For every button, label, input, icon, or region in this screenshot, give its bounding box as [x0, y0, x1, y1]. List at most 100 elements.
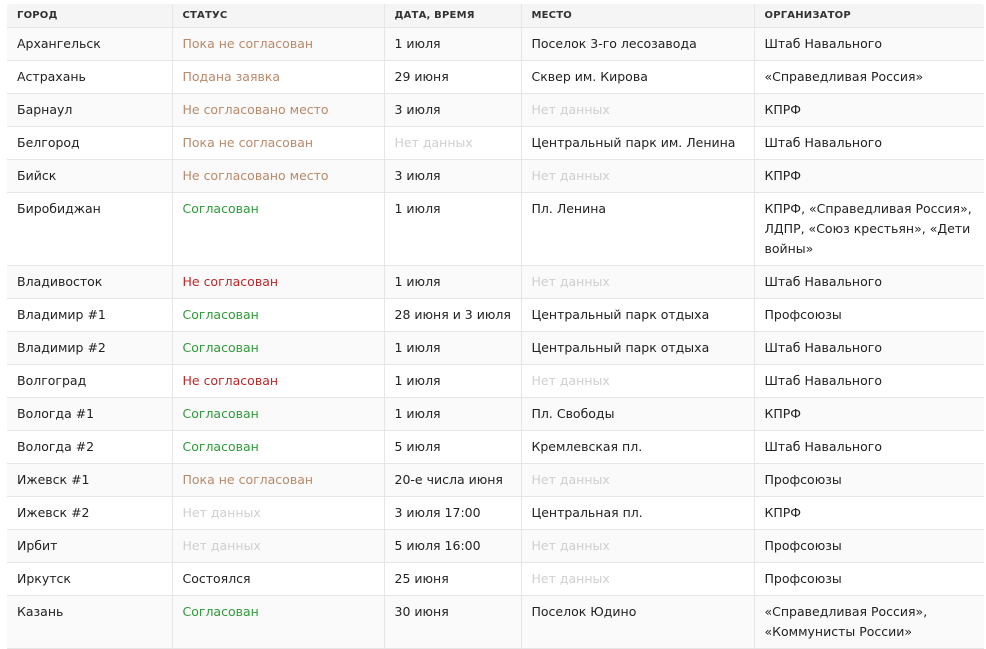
- cell-organizer: Штаб Навального: [754, 265, 984, 299]
- table-row: Бийск Не согласовано место 3 июля Нет да…: [7, 159, 984, 193]
- cell-organizer: КПРФ: [754, 496, 984, 530]
- cell-date: 1 июля: [384, 364, 522, 398]
- cell-organizer: Штаб Навального: [754, 331, 984, 365]
- cell-date: 28 июня и 3 июля: [384, 298, 522, 332]
- table-row: Биробиджан Согласован 1 июля Пл. Ленина …: [7, 192, 984, 266]
- cell-organizer: Штаб Навального: [754, 126, 984, 160]
- cell-city: Владивосток: [7, 265, 173, 299]
- cell-date: 1 июля: [384, 331, 522, 365]
- cell-place: Центральная пл.: [521, 496, 755, 530]
- table-row: Белгород Пока не согласован Нет данных Ц…: [7, 126, 984, 160]
- table-row: Иркутск Состоялся 25 июня Нет данных Про…: [7, 562, 984, 596]
- cell-organizer: Профсоюзы: [754, 562, 984, 596]
- cell-city: Астрахань: [7, 60, 173, 94]
- cell-place: Пл. Свободы: [521, 397, 755, 431]
- cell-status: Подана заявка: [172, 60, 385, 94]
- protest-table-wrapper: ГОРОД СТАТУС ДАТА, ВРЕМЯ МЕСТО ОРГАНИЗАТ…: [7, 4, 984, 649]
- cell-organizer: «Справедливая Россия»: [754, 60, 984, 94]
- cell-status: Согласован: [172, 430, 385, 464]
- cell-place: Нет данных: [521, 159, 755, 193]
- cell-place: Центральный парк отдыха: [521, 331, 755, 365]
- cell-city: Вологда #1: [7, 397, 173, 431]
- cell-city: Иркутск: [7, 562, 173, 596]
- cell-city: Вологда #2: [7, 430, 173, 464]
- protest-table: ГОРОД СТАТУС ДАТА, ВРЕМЯ МЕСТО ОРГАНИЗАТ…: [7, 4, 984, 649]
- cell-place: Кремлевская пл.: [521, 430, 755, 464]
- table-row: Вологда #1 Согласован 1 июля Пл. Свободы…: [7, 397, 984, 431]
- table-row: Казань Согласован 30 июня Поселок Юдино …: [7, 595, 984, 649]
- cell-place: Нет данных: [521, 93, 755, 127]
- cell-place: Сквер им. Кирова: [521, 60, 755, 94]
- cell-place: Центральный парк отдыха: [521, 298, 755, 332]
- cell-organizer: Штаб Навального: [754, 27, 984, 61]
- header-date[interactable]: ДАТА, ВРЕМЯ: [384, 4, 522, 28]
- cell-city: Архангельск: [7, 27, 173, 61]
- cell-date: 3 июля 17:00: [384, 496, 522, 530]
- cell-status: Согласован: [172, 595, 385, 649]
- cell-city: Казань: [7, 595, 173, 649]
- cell-status: Согласован: [172, 331, 385, 365]
- cell-status: Согласован: [172, 192, 385, 266]
- cell-city: Белгород: [7, 126, 173, 160]
- cell-organizer: КПРФ, «Справедливая Россия», ЛДПР, «Союз…: [754, 192, 984, 266]
- cell-date: Нет данных: [384, 126, 522, 160]
- cell-place: Пл. Ленина: [521, 192, 755, 266]
- cell-organizer: Профсоюзы: [754, 298, 984, 332]
- cell-status: Не согласован: [172, 364, 385, 398]
- table-row: Ижевск #1 Пока не согласован 20-е числа …: [7, 463, 984, 497]
- cell-place: Поселок 3-го лесозавода: [521, 27, 755, 61]
- table-row: Ижевск #2 Нет данных 3 июля 17:00 Центра…: [7, 496, 984, 530]
- table-row: Ирбит Нет данных 5 июля 16:00 Нет данных…: [7, 529, 984, 563]
- cell-date: 3 июля: [384, 93, 522, 127]
- cell-city: Бийск: [7, 159, 173, 193]
- cell-city: Биробиджан: [7, 192, 173, 266]
- cell-organizer: «Справедливая Россия», «Коммунисты Росси…: [754, 595, 984, 649]
- header-place[interactable]: МЕСТО: [521, 4, 755, 28]
- table-row: Владивосток Не согласован 1 июля Нет дан…: [7, 265, 984, 299]
- table-body: Архангельск Пока не согласован 1 июля По…: [7, 27, 984, 649]
- cell-date: 30 июня: [384, 595, 522, 649]
- table-header: ГОРОД СТАТУС ДАТА, ВРЕМЯ МЕСТО ОРГАНИЗАТ…: [7, 4, 984, 28]
- cell-organizer: Профсоюзы: [754, 529, 984, 563]
- cell-date: 5 июля 16:00: [384, 529, 522, 563]
- cell-date: 1 июля: [384, 27, 522, 61]
- cell-status: Пока не согласован: [172, 126, 385, 160]
- table-row: Владимир #1 Согласован 28 июня и 3 июля …: [7, 298, 984, 332]
- cell-status: Состоялся: [172, 562, 385, 596]
- cell-city: Барнаул: [7, 93, 173, 127]
- cell-city: Владимир #2: [7, 331, 173, 365]
- header-organizer[interactable]: ОРГАНИЗАТОР: [754, 4, 984, 28]
- cell-organizer: КПРФ: [754, 159, 984, 193]
- cell-place: Поселок Юдино: [521, 595, 755, 649]
- table-row: Вологда #2 Согласован 5 июля Кремлевская…: [7, 430, 984, 464]
- cell-date: 25 июня: [384, 562, 522, 596]
- cell-date: 29 июня: [384, 60, 522, 94]
- header-city[interactable]: ГОРОД: [7, 4, 173, 28]
- cell-date: 1 июля: [384, 265, 522, 299]
- cell-city: Волгоград: [7, 364, 173, 398]
- table-row: Волгоград Не согласован 1 июля Нет данны…: [7, 364, 984, 398]
- cell-status: Пока не согласован: [172, 463, 385, 497]
- cell-place: Нет данных: [521, 562, 755, 596]
- header-status[interactable]: СТАТУС: [172, 4, 385, 28]
- cell-date: 20-е числа июня: [384, 463, 522, 497]
- cell-status: Не согласовано место: [172, 93, 385, 127]
- cell-city: Ижевск #2: [7, 496, 173, 530]
- table-row: Барнаул Не согласовано место 3 июля Нет …: [7, 93, 984, 127]
- cell-city: Ижевск #1: [7, 463, 173, 497]
- cell-date: 3 июля: [384, 159, 522, 193]
- cell-city: Ирбит: [7, 529, 173, 563]
- cell-status: Согласован: [172, 298, 385, 332]
- table-row: Владимир #2 Согласован 1 июля Центральны…: [7, 331, 984, 365]
- cell-place: Нет данных: [521, 529, 755, 563]
- table-row: Архангельск Пока не согласован 1 июля По…: [7, 27, 984, 61]
- cell-place: Нет данных: [521, 265, 755, 299]
- cell-status: Согласован: [172, 397, 385, 431]
- cell-organizer: Штаб Навального: [754, 364, 984, 398]
- cell-status: Нет данных: [172, 496, 385, 530]
- cell-date: 5 июля: [384, 430, 522, 464]
- cell-status: Не согласовано место: [172, 159, 385, 193]
- header-row: ГОРОД СТАТУС ДАТА, ВРЕМЯ МЕСТО ОРГАНИЗАТ…: [7, 4, 984, 28]
- cell-date: 1 июля: [384, 397, 522, 431]
- table-row: Астрахань Подана заявка 29 июня Сквер им…: [7, 60, 984, 94]
